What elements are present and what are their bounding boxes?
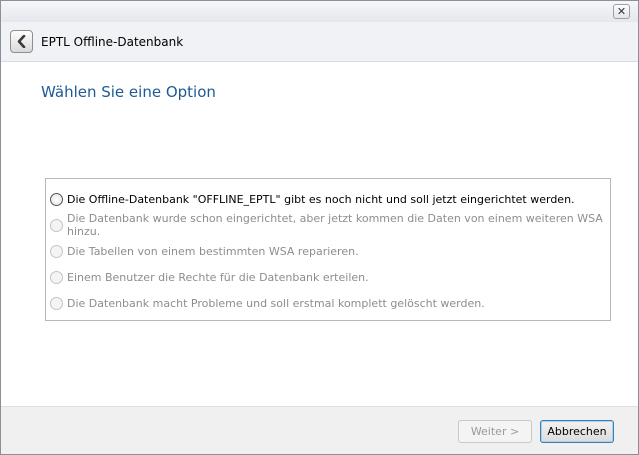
page-heading: Wählen Sie eine Option [41,83,216,101]
option-add-wsa-data: Die Datenbank wurde schon eingerichtet, … [46,212,610,238]
option-label: Die Offline-Datenbank "OFFLINE_EPTL" gib… [67,192,575,206]
content-area: Wählen Sie eine Option Die Offline-Daten… [1,63,638,406]
option-label: Die Datenbank macht Probleme und soll er… [67,296,485,310]
options-group: Die Offline-Datenbank "OFFLINE_EPTL" gib… [45,178,611,321]
option-label: Die Datenbank wurde schon eingerichtet, … [67,212,603,238]
radio-button [50,296,63,310]
option-grant-rights: Einem Benutzer die Rechte für die Datenb… [46,264,610,290]
radio-button [50,270,63,284]
nav-bar: EPTL Offline-Datenbank [1,22,638,62]
wizard-window: ✕ EPTL Offline-Datenbank Wählen Sie eine… [0,0,639,455]
back-arrow-icon [17,35,26,48]
cancel-button[interactable]: Abbrechen [540,420,614,443]
option-repair-tables: Die Tabellen von einem bestimmten WSA re… [46,238,610,264]
option-setup-offline-db[interactable]: Die Offline-Datenbank "OFFLINE_EPTL" gib… [46,186,610,212]
radio-button [50,244,63,258]
option-label: Einem Benutzer die Rechte für die Datenb… [67,270,369,284]
close-icon: ✕ [616,5,627,18]
option-delete-db: Die Datenbank macht Probleme und soll er… [46,290,610,316]
next-button: Weiter > [458,420,532,443]
back-button[interactable] [10,30,33,53]
title-bar: ✕ [1,1,638,22]
radio-button[interactable] [50,192,63,206]
footer-bar: Weiter > Abbrechen [1,406,638,454]
option-label: Die Tabellen von einem bestimmten WSA re… [67,244,359,258]
radio-button [50,218,63,232]
app-title: EPTL Offline-Datenbank [41,35,184,49]
close-button[interactable]: ✕ [613,4,630,19]
